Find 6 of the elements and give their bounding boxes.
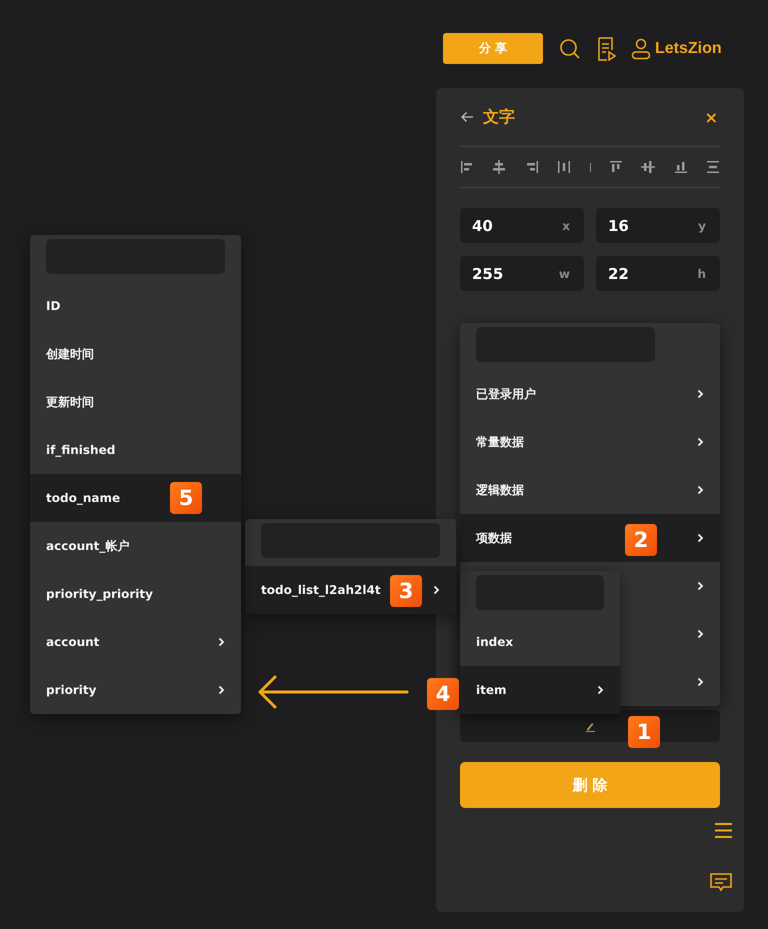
- step-badge: 5: [170, 482, 202, 514]
- step-badge: 4: [427, 678, 459, 710]
- step-badge: 2: [625, 524, 657, 556]
- panel-title: 文字: [483, 106, 515, 128]
- step-badge: 1: [628, 716, 660, 748]
- step-badge: 3: [390, 575, 422, 607]
